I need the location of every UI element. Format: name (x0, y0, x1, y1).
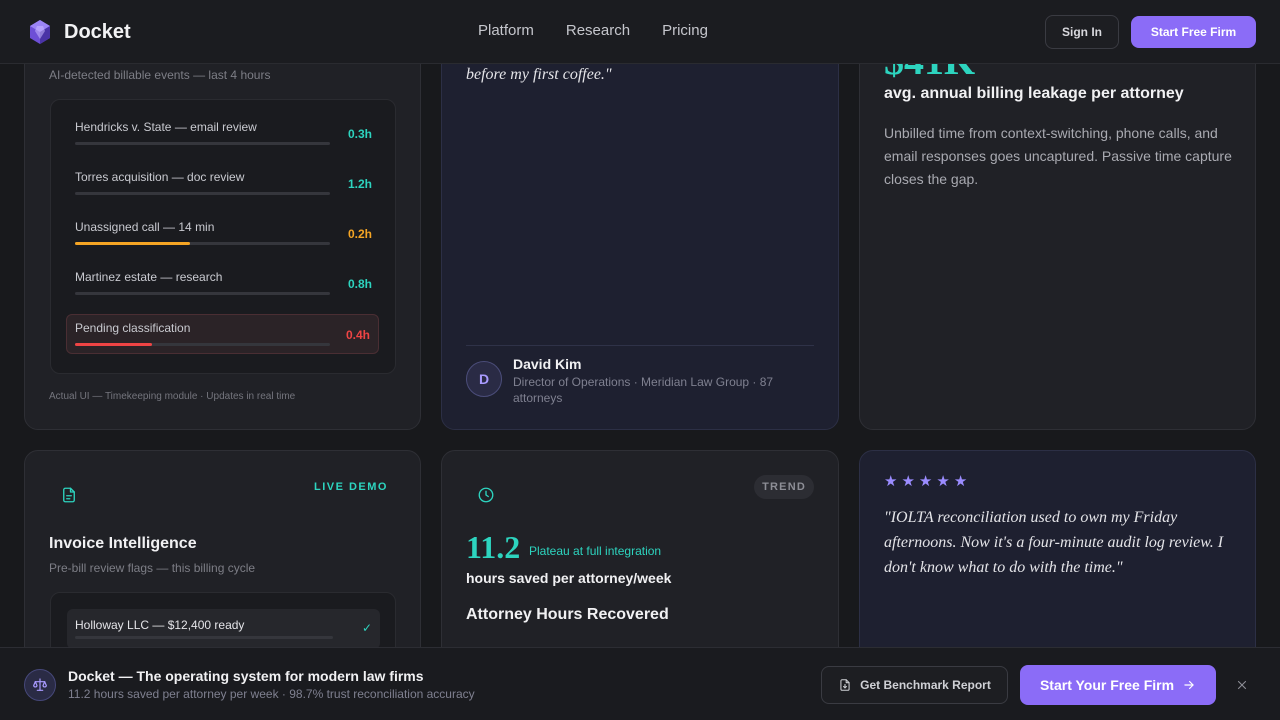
time-entry-bar-fill (75, 242, 190, 245)
testimonial-quote-2: "IOLTA reconciliation used to own my Fri… (884, 509, 1224, 576)
document-icon (49, 475, 89, 515)
start-your-free-firm-button[interactable]: Start Your Free Firm (1020, 665, 1216, 705)
time-entry-bar (75, 192, 330, 195)
time-entry-hours: 0.4h (345, 328, 370, 342)
sign-in-button[interactable]: Sign In (1045, 15, 1119, 49)
download-document-icon (840, 679, 850, 691)
timekeeping-card: AI-detected billable events — last 4 hou… (24, 20, 421, 430)
nav-platform[interactable]: Platform (478, 22, 534, 39)
invoice-subtitle: Pre-bill review flags — this billing cyc… (49, 561, 256, 575)
trend-stat-value: 11.2 (466, 529, 521, 565)
trend-title: Attorney Hours Recovered (466, 606, 669, 623)
time-entry-bar (75, 292, 330, 295)
sticky-cta-bar: Docket — The operating system for modern… (0, 647, 1280, 720)
time-entry-bar (75, 242, 330, 245)
star-icon: ★ (884, 473, 898, 490)
time-entry-hours: 0.8h (347, 277, 372, 291)
billing-leakage-card: $41K avg. annual billing leakage per att… (859, 20, 1256, 430)
start-free-firm-button[interactable]: Start Free Firm (1131, 16, 1256, 48)
leakage-stat-title: avg. annual billing leakage per attorney (884, 85, 1184, 102)
testimonial-card: before my first coffee." D David Kim Dir… (441, 20, 839, 430)
brand-name: Docket (64, 20, 131, 43)
live-demo-badge: LIVE DEMO (313, 481, 388, 493)
time-entry-row[interactable]: Martinez estate — research 0.8h (67, 264, 380, 304)
testimonial-divider (466, 345, 814, 346)
time-entry-row[interactable]: Unassigned call — 14 min 0.2h (67, 214, 380, 254)
star-icon: ★ (936, 473, 950, 490)
crystal-logo-icon (30, 20, 50, 44)
testimonial-author-name: David Kim (513, 356, 582, 372)
time-entry-label: Hendricks v. State — email review (75, 120, 257, 134)
avatar: D (466, 361, 502, 397)
time-entry-bar (75, 343, 330, 346)
time-entry-bar (75, 142, 330, 145)
star-icon: ★ (953, 473, 968, 490)
benchmark-report-label: Get Benchmark Report (860, 678, 991, 692)
arrow-right-icon (1184, 680, 1194, 690)
timekeeping-panel: Hendricks v. State — email review 0.3h T… (50, 99, 396, 374)
trend-note: Plateau at full integration (529, 544, 662, 558)
nav-research[interactable]: Research (566, 22, 630, 39)
time-entry-row-pending[interactable]: Pending classification 0.4h (66, 314, 379, 354)
time-entry-row[interactable]: Hendricks v. State — email review 0.3h (67, 114, 380, 154)
testimonial-quote: before my first coffee." (466, 66, 612, 83)
time-entry-hours: 0.3h (347, 127, 372, 141)
close-icon[interactable] (1232, 675, 1252, 695)
time-entry-label: Pending classification (75, 321, 191, 335)
leakage-description: Unbilled time from context-switching, ph… (884, 125, 1232, 187)
invoice-row[interactable]: Holloway LLC — $12,400 ready ✓ (67, 609, 380, 649)
time-entry-label: Martinez estate — research (75, 270, 223, 284)
top-nav-bar: Docket Platform Research Pricing Sign In… (0, 0, 1280, 64)
trend-stat-unit: hours saved per attorney/week (466, 570, 672, 586)
clock-icon (466, 475, 506, 515)
invoice-row-bar (75, 636, 333, 639)
time-entry-hours: 1.2h (347, 177, 372, 191)
brand-logo[interactable]: Docket (28, 19, 131, 45)
timekeeping-footer: Actual UI — Timekeeping module · Updates… (49, 391, 296, 402)
time-entry-bar-fill (75, 343, 152, 346)
check-icon: ✓ (361, 621, 372, 635)
sticky-bar-subtitle: 11.2 hours saved per attorney per week ·… (68, 687, 475, 701)
scales-icon (24, 669, 56, 701)
main-nav: Platform Research Pricing (478, 22, 708, 39)
time-entry-label: Torres acquisition — doc review (75, 170, 245, 184)
sticky-bar-title: Docket — The operating system for modern… (68, 668, 424, 684)
testimonial-author-role: Director of Operations · Meridian Law Gr… (513, 375, 774, 405)
invoice-row-label: Holloway LLC — $12,400 ready (75, 618, 245, 632)
trend-badge: TREND (754, 475, 814, 499)
star-icon: ★ (918, 473, 933, 490)
time-entry-hours: 0.2h (347, 227, 372, 241)
start-your-free-firm-label: Start Your Free Firm (1039, 677, 1175, 693)
invoice-title: Invoice Intelligence (49, 535, 197, 552)
star-icon: ★ (901, 473, 915, 490)
benchmark-report-button[interactable]: Get Benchmark Report (821, 666, 1008, 704)
nav-pricing[interactable]: Pricing (662, 22, 708, 39)
time-entry-label: Unassigned call — 14 min (75, 220, 215, 234)
star-rating: ★ ★ ★ ★ ★ (884, 474, 967, 490)
time-entry-row[interactable]: Torres acquisition — doc review 1.2h (67, 164, 380, 204)
timekeeping-subtitle: AI-detected billable events — last 4 hou… (49, 68, 271, 82)
